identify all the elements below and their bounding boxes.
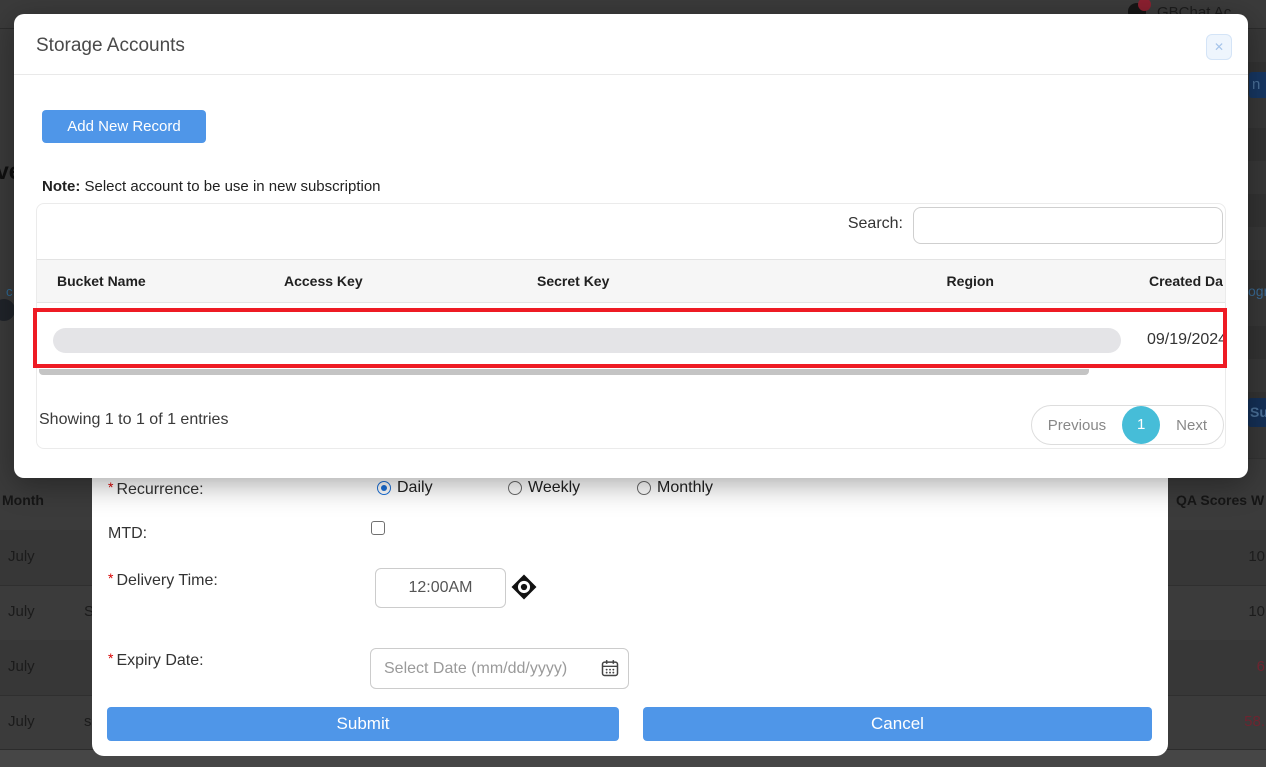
delivery-time-input[interactable] bbox=[375, 568, 506, 608]
search-label: Search: bbox=[848, 215, 903, 233]
note-text: Note: Select account to be use in new su… bbox=[42, 178, 381, 195]
recurrence-label: *Recurrence: bbox=[108, 479, 204, 499]
accounts-table-header: Bucket Name Access Key Secret Key Region… bbox=[37, 259, 1225, 303]
screen: GBChat Ac ve c n ogr Su Month QA Scores … bbox=[0, 0, 1266, 767]
expiry-date-field bbox=[370, 648, 629, 689]
qa-score-cell: 10 bbox=[1248, 548, 1265, 565]
required-asterisk: * bbox=[108, 570, 113, 586]
page-1-button[interactable]: 1 bbox=[1122, 406, 1160, 444]
background-submit-button-fragment: Su bbox=[1248, 398, 1266, 427]
background-avatar-fragment bbox=[0, 299, 15, 321]
radio-weekly-label[interactable]: Weekly bbox=[528, 479, 580, 497]
expiry-date-label: *Expiry Date: bbox=[108, 650, 204, 670]
showing-entries-text: Showing 1 to 1 of 1 entries bbox=[39, 411, 228, 429]
modal-header: Storage Accounts ✕ bbox=[14, 14, 1248, 75]
highlight-red-box[interactable] bbox=[33, 308, 1227, 368]
subscription-form-panel: *Recurrence: Daily Weekly Monthly MTD: *… bbox=[92, 440, 1168, 756]
previous-page-button[interactable]: Previous bbox=[1032, 417, 1122, 434]
month-cell: July bbox=[8, 713, 35, 730]
calendar-icon[interactable] bbox=[600, 658, 620, 678]
radio-monthly-label[interactable]: Monthly bbox=[657, 479, 713, 497]
search-input[interactable] bbox=[913, 207, 1223, 244]
col-created-date[interactable]: Created Date bbox=[1149, 273, 1223, 289]
add-new-record-button[interactable]: Add New Record bbox=[42, 110, 206, 143]
partial-cell: s bbox=[84, 713, 92, 730]
storage-accounts-modal: Storage Accounts ✕ Add New Record Note: … bbox=[14, 14, 1248, 478]
month-cell: July bbox=[8, 603, 35, 620]
expiry-date-input[interactable] bbox=[370, 648, 629, 689]
cancel-button[interactable]: Cancel bbox=[643, 707, 1152, 741]
radio-daily[interactable] bbox=[377, 481, 391, 495]
close-icon[interactable]: ✕ bbox=[1206, 34, 1232, 60]
qa-score-cell: 6 bbox=[1257, 658, 1265, 675]
mtd-checkbox[interactable] bbox=[371, 521, 385, 535]
column-header-month: Month bbox=[2, 492, 44, 508]
month-cell: July bbox=[8, 548, 35, 565]
radio-monthly[interactable] bbox=[637, 481, 651, 495]
qa-score-cell: 10 bbox=[1248, 603, 1265, 620]
col-secret-key[interactable]: Secret Key bbox=[537, 273, 609, 289]
background-left-link-fragment: c bbox=[6, 284, 13, 299]
required-asterisk: * bbox=[108, 650, 113, 666]
col-region[interactable]: Region bbox=[847, 273, 994, 289]
radio-daily-label[interactable]: Daily bbox=[397, 479, 433, 497]
background-right-link-fragment: ogr bbox=[1248, 283, 1266, 299]
required-asterisk: * bbox=[108, 479, 113, 495]
col-access-key[interactable]: Access Key bbox=[284, 273, 363, 289]
row-shadow bbox=[39, 369, 1089, 375]
next-page-button[interactable]: Next bbox=[1160, 417, 1223, 434]
pagination: Previous 1 Next bbox=[1031, 405, 1224, 445]
col-bucket-name[interactable]: Bucket Name bbox=[57, 273, 146, 289]
mtd-label: MTD: bbox=[108, 525, 147, 543]
notification-badge bbox=[1138, 0, 1151, 11]
background-top-button-fragment: n bbox=[1249, 72, 1266, 98]
delivery-time-label: *Delivery Time: bbox=[108, 570, 218, 590]
qa-score-cell: 58. bbox=[1244, 713, 1265, 730]
modal-title: Storage Accounts bbox=[36, 35, 185, 57]
time-spinner-icon[interactable] bbox=[511, 574, 537, 600]
column-header-qa-scores: QA Scores W bbox=[1176, 492, 1264, 508]
month-cell: July bbox=[8, 658, 35, 675]
radio-weekly[interactable] bbox=[508, 481, 522, 495]
submit-button[interactable]: Submit bbox=[107, 707, 619, 741]
